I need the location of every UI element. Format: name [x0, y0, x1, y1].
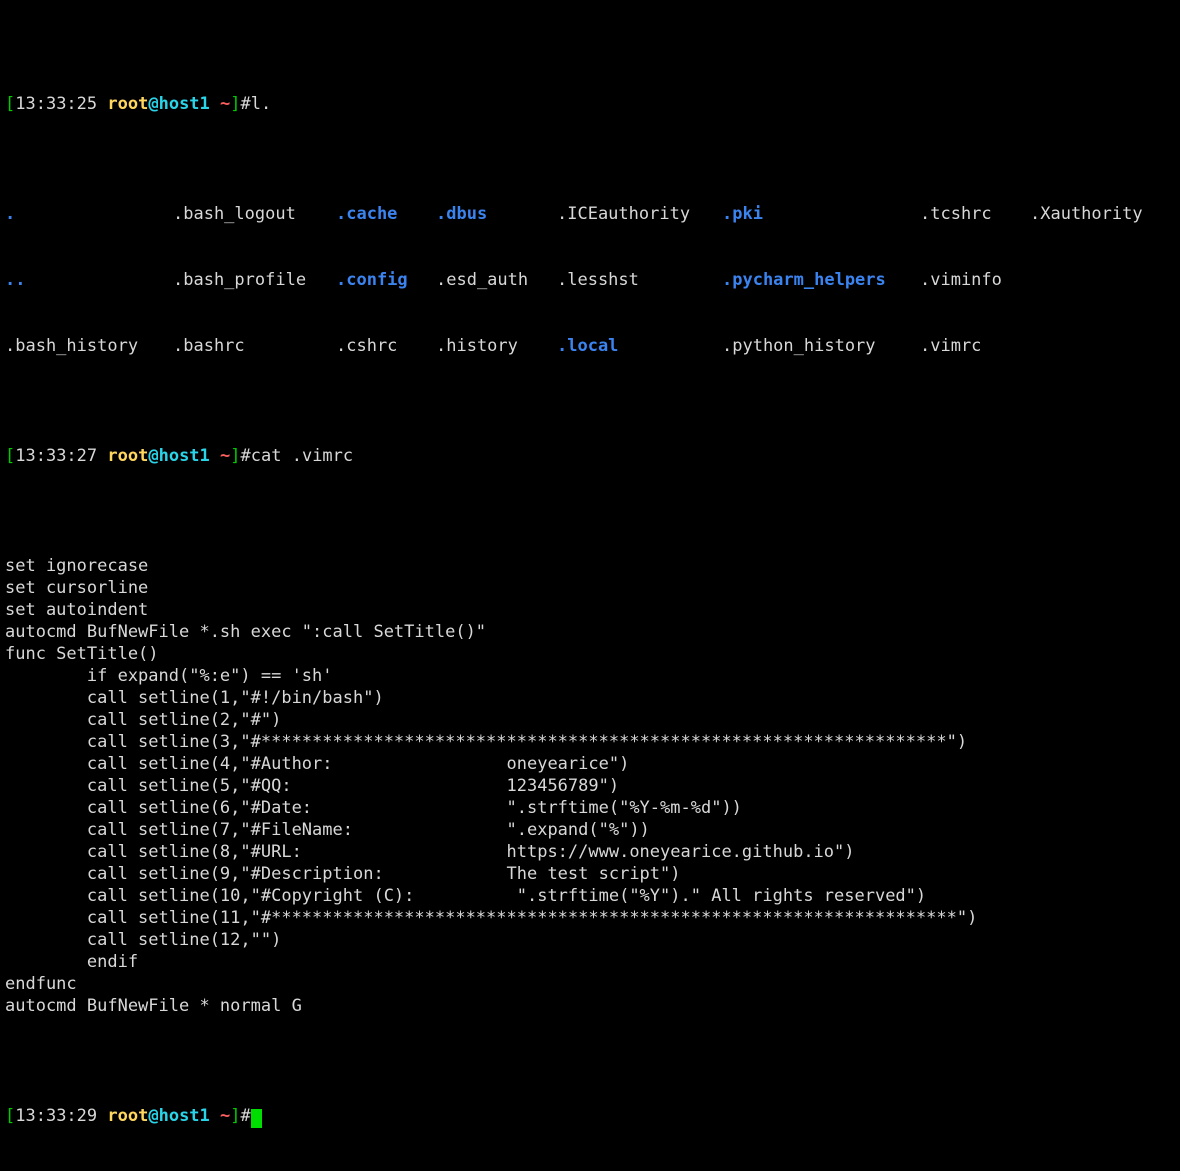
prompt-line-2: [13:33:27 root@host1 ~]#cat .vimrc: [5, 445, 1180, 467]
output-line: set ignorecase: [5, 556, 149, 576]
prompt-space-1: [97, 1106, 107, 1126]
prompt-time: 13:33:29: [15, 1106, 98, 1126]
prompt-space-1: [97, 446, 107, 466]
list-item[interactable]: .cshrc: [336, 335, 397, 357]
list-item[interactable]: .bash_history: [5, 335, 138, 357]
output-line: if expand("%:e") == 'sh': [5, 666, 333, 686]
prompt-hash: #: [240, 1106, 251, 1126]
output-line: call setline(12,""): [5, 930, 282, 950]
prompt-space-2: [210, 1106, 220, 1126]
prompt-path: ~: [220, 94, 231, 114]
list-item[interactable]: .viminfo: [920, 269, 1002, 291]
list-item[interactable]: .pki: [722, 203, 763, 225]
prompt-hash: #: [240, 446, 251, 466]
command-text-2: cat .vimrc: [250, 446, 354, 466]
prompt-path: ~: [220, 1106, 231, 1126]
listing-row: .bash_history .bashrc .cshrc .history .l…: [5, 335, 1180, 357]
output-line: set autoindent: [5, 600, 149, 620]
prompt-line-3: [13:33:29 root@host1 ~]#: [5, 1105, 1180, 1128]
listing-row: .. .bash_profile .config .esd_auth .less…: [5, 269, 1180, 291]
output-line: autocmd BufNewFile * normal G: [5, 996, 302, 1016]
terminal-window[interactable]: [13:33:25 root@host1 ~]#l. . .bash_logou…: [0, 0, 1180, 1128]
prompt-space-2: [210, 94, 220, 114]
prompt-user: root: [107, 94, 149, 114]
list-item[interactable]: .bashrc: [173, 335, 245, 357]
output-line: call setline(4,"#Author: oneyearice"): [5, 754, 630, 774]
prompt-open-bracket: [: [5, 1106, 16, 1126]
list-item[interactable]: .esd_auth: [436, 269, 528, 291]
list-item[interactable]: .: [5, 203, 15, 225]
output-line: call setline(3,"#***********************…: [5, 732, 968, 752]
output-line: call setline(7,"#FileName: ".expand("%")…: [5, 820, 650, 840]
list-item[interactable]: .pycharm_helpers: [722, 269, 886, 291]
output-line: call setline(6,"#Date: ".strftime("%Y-%m…: [5, 798, 742, 818]
prompt-close-bracket: ]: [230, 1106, 241, 1126]
output-line: call setline(5,"#QQ: 123456789"): [5, 776, 620, 796]
list-item[interactable]: .lesshst: [557, 269, 639, 291]
command-text-1: l.: [250, 94, 272, 114]
output-line: call setline(2,"#"): [5, 710, 282, 730]
file-output: set ignorecase set cursorline set autoinde…: [5, 555, 1180, 1017]
output-line: call setline(9,"#Description: The test s…: [5, 864, 681, 884]
prompt-open-bracket: [: [5, 94, 16, 114]
prompt-at-symbol: @: [148, 94, 159, 114]
prompt-path: ~: [220, 446, 231, 466]
list-item[interactable]: .bash_logout: [173, 203, 296, 225]
list-item[interactable]: .python_history: [722, 335, 876, 357]
prompt-at-symbol: @: [148, 1106, 159, 1126]
prompt-user: root: [107, 1106, 149, 1126]
prompt-space-1: [97, 94, 107, 114]
output-line: set cursorline: [5, 578, 149, 598]
prompt-user: root: [107, 446, 149, 466]
output-line: call setline(10,"#Copyright (C): ".strft…: [5, 886, 927, 906]
list-item[interactable]: .dbus: [436, 203, 487, 225]
listing-row: . .bash_logout .cache .dbus .ICEauthorit…: [5, 203, 1180, 225]
prompt-line-1: [13:33:25 root@host1 ~]#l.: [5, 93, 1180, 115]
prompt-time: 13:33:25: [15, 94, 98, 114]
list-item[interactable]: .vimrc: [920, 335, 981, 357]
text-cursor[interactable]: [250, 1109, 262, 1128]
prompt-host: host1: [158, 1106, 210, 1126]
output-line: autocmd BufNewFile *.sh exec ":call SetT…: [5, 622, 487, 642]
output-line: call setline(1,"#!/bin/bash"): [5, 688, 384, 708]
prompt-hash: #: [240, 94, 251, 114]
prompt-at-symbol: @: [148, 446, 159, 466]
list-item[interactable]: .bash_profile: [173, 269, 306, 291]
output-line: call setline(11,"#**********************…: [5, 908, 978, 928]
output-line: call setline(8,"#URL: https://www.oneyea…: [5, 842, 855, 862]
output-line: endif: [5, 952, 139, 972]
list-item[interactable]: .tcshrc: [920, 203, 992, 225]
output-line: func SetTitle(): [5, 644, 159, 664]
prompt-host: host1: [158, 94, 210, 114]
prompt-close-bracket: ]: [230, 446, 241, 466]
list-item[interactable]: .history: [436, 335, 518, 357]
output-line: endfunc: [5, 974, 77, 994]
list-item[interactable]: .local: [557, 335, 618, 357]
list-item[interactable]: ..: [5, 269, 25, 291]
list-item[interactable]: .config: [336, 269, 408, 291]
list-item[interactable]: .Xauthority: [1030, 203, 1143, 225]
list-item[interactable]: .ICEauthority: [557, 203, 690, 225]
prompt-close-bracket: ]: [230, 94, 241, 114]
prompt-host: host1: [158, 446, 210, 466]
prompt-space-2: [210, 446, 220, 466]
list-item[interactable]: .cache: [336, 203, 397, 225]
